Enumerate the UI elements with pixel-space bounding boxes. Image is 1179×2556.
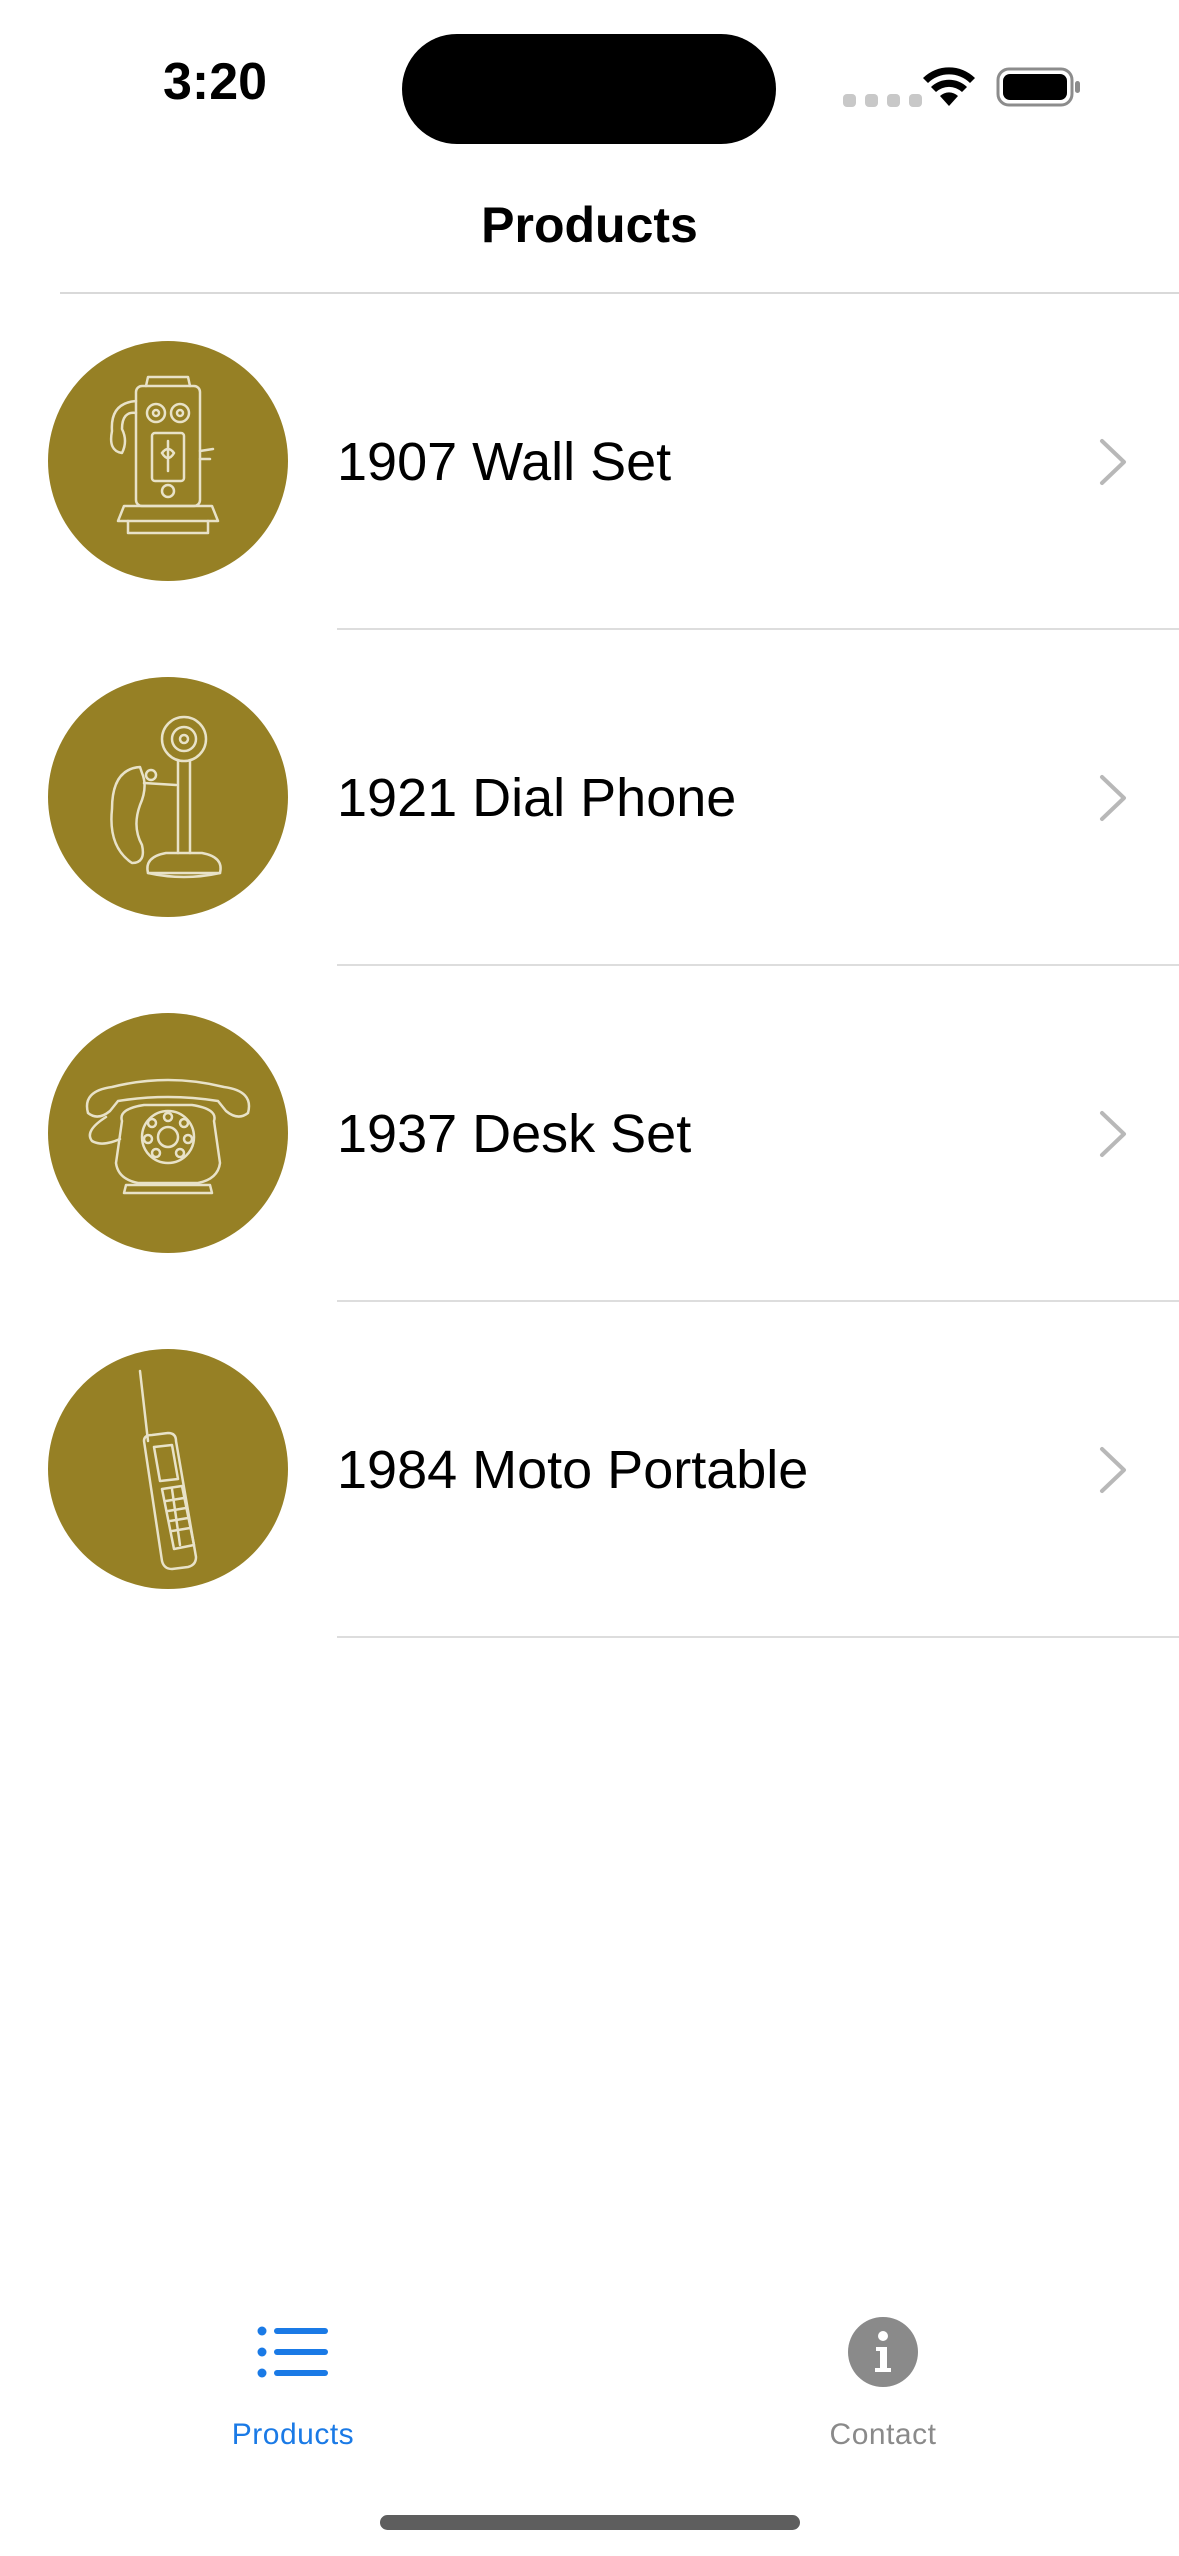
brick-cellphone-icon xyxy=(138,1369,198,1571)
product-thumbnail xyxy=(48,677,288,917)
row-separator xyxy=(337,1636,1179,1638)
product-row-1921-dial-phone[interactable]: 1921 Dial Phone xyxy=(0,630,1179,966)
chevron-right-icon xyxy=(1100,775,1126,821)
product-row-1937-desk-set[interactable]: 1937 Desk Set xyxy=(0,966,1179,1302)
battery-icon xyxy=(996,67,1080,107)
rotary-desk-phone-icon xyxy=(85,1078,251,1195)
chevron-right-icon xyxy=(1100,1111,1126,1157)
page-title: Products xyxy=(481,197,698,253)
home-indicator[interactable] xyxy=(380,2515,800,2530)
wall-telephone-icon xyxy=(109,375,220,535)
tab-label: Products xyxy=(231,2418,355,2451)
product-thumbnail xyxy=(48,1349,288,1589)
chevron-right-icon xyxy=(1100,1447,1126,1493)
chevron-right-icon xyxy=(1100,439,1126,485)
product-title: 1937 Desk Set xyxy=(337,1104,692,1164)
product-title: 1921 Dial Phone xyxy=(337,768,737,828)
product-row-1984-moto-portable[interactable]: 1984 Moto Portable xyxy=(0,1302,1179,1638)
tab-contact[interactable]: Contact xyxy=(733,2310,1033,2460)
product-thumbnail xyxy=(48,1013,288,1253)
wifi-icon xyxy=(923,67,975,106)
info-icon xyxy=(848,2317,918,2387)
dynamic-island xyxy=(402,34,776,144)
tab-label: Contact xyxy=(829,2418,937,2451)
candlestick-phone-icon xyxy=(110,715,222,879)
tab-products[interactable]: Products xyxy=(143,2310,443,2460)
product-title: 1984 Moto Portable xyxy=(337,1440,809,1500)
product-row-1907-wall-set[interactable]: 1907 Wall Set xyxy=(0,294,1179,630)
product-title: 1907 Wall Set xyxy=(337,432,672,492)
list-icon xyxy=(257,2326,328,2378)
product-thumbnail xyxy=(48,341,288,581)
status-time: 3:20 xyxy=(162,53,268,111)
